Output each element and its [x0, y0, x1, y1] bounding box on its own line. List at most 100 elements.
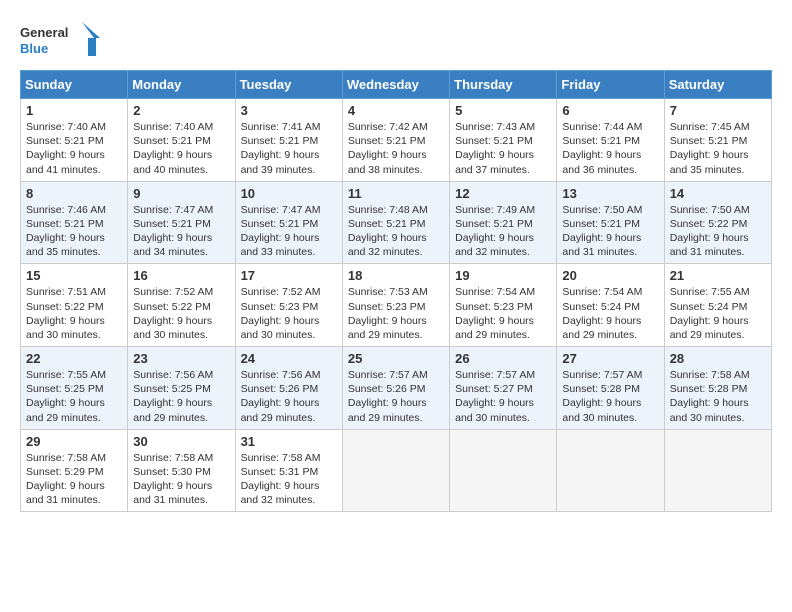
- sunset: Sunset: 5:21 PM: [670, 134, 766, 148]
- sunrise: Sunrise: 7:52 AM: [241, 285, 337, 299]
- day-cell: 6 Sunrise: 7:44 AM Sunset: 5:21 PM Dayli…: [557, 99, 664, 182]
- day-number: 28: [670, 351, 766, 366]
- week-row-3: 15 Sunrise: 7:51 AM Sunset: 5:22 PM Dayl…: [21, 264, 772, 347]
- sunrise: Sunrise: 7:43 AM: [455, 120, 551, 134]
- sunset: Sunset: 5:21 PM: [133, 134, 229, 148]
- daylight: Daylight: 9 hours and 36 minutes.: [562, 148, 658, 176]
- sunset: Sunset: 5:22 PM: [670, 217, 766, 231]
- sunset: Sunset: 5:23 PM: [348, 300, 444, 314]
- sunrise: Sunrise: 7:58 AM: [241, 451, 337, 465]
- sunrise: Sunrise: 7:44 AM: [562, 120, 658, 134]
- day-cell: 24 Sunrise: 7:56 AM Sunset: 5:26 PM Dayl…: [235, 347, 342, 430]
- calendar-table: SundayMondayTuesdayWednesdayThursdayFrid…: [20, 70, 772, 512]
- sunset: Sunset: 5:21 PM: [562, 134, 658, 148]
- sunrise: Sunrise: 7:48 AM: [348, 203, 444, 217]
- daylight: Daylight: 9 hours and 29 minutes.: [241, 396, 337, 424]
- sunset: Sunset: 5:25 PM: [26, 382, 122, 396]
- sunrise: Sunrise: 7:58 AM: [26, 451, 122, 465]
- day-cell: 3 Sunrise: 7:41 AM Sunset: 5:21 PM Dayli…: [235, 99, 342, 182]
- sunset: Sunset: 5:25 PM: [133, 382, 229, 396]
- day-cell: 16 Sunrise: 7:52 AM Sunset: 5:22 PM Dayl…: [128, 264, 235, 347]
- svg-text:Blue: Blue: [20, 41, 48, 56]
- sunset: Sunset: 5:24 PM: [670, 300, 766, 314]
- daylight: Daylight: 9 hours and 30 minutes.: [562, 396, 658, 424]
- sunset: Sunset: 5:30 PM: [133, 465, 229, 479]
- daylight: Daylight: 9 hours and 38 minutes.: [348, 148, 444, 176]
- daylight: Daylight: 9 hours and 29 minutes.: [133, 396, 229, 424]
- day-number: 17: [241, 268, 337, 283]
- day-cell: 17 Sunrise: 7:52 AM Sunset: 5:23 PM Dayl…: [235, 264, 342, 347]
- sunset: Sunset: 5:21 PM: [26, 134, 122, 148]
- daylight: Daylight: 9 hours and 29 minutes.: [348, 396, 444, 424]
- daylight: Daylight: 9 hours and 29 minutes.: [348, 314, 444, 342]
- day-number: 20: [562, 268, 658, 283]
- svg-text:General: General: [20, 25, 68, 40]
- day-cell: 26 Sunrise: 7:57 AM Sunset: 5:27 PM Dayl…: [450, 347, 557, 430]
- daylight: Daylight: 9 hours and 33 minutes.: [241, 231, 337, 259]
- sunrise: Sunrise: 7:57 AM: [455, 368, 551, 382]
- day-cell: 8 Sunrise: 7:46 AM Sunset: 5:21 PM Dayli…: [21, 181, 128, 264]
- sunset: Sunset: 5:23 PM: [455, 300, 551, 314]
- sunrise: Sunrise: 7:57 AM: [348, 368, 444, 382]
- sunset: Sunset: 5:21 PM: [348, 134, 444, 148]
- daylight: Daylight: 9 hours and 39 minutes.: [241, 148, 337, 176]
- sunrise: Sunrise: 7:56 AM: [241, 368, 337, 382]
- day-number: 6: [562, 103, 658, 118]
- day-number: 23: [133, 351, 229, 366]
- sunrise: Sunrise: 7:42 AM: [348, 120, 444, 134]
- week-row-1: 1 Sunrise: 7:40 AM Sunset: 5:21 PM Dayli…: [21, 99, 772, 182]
- daylight: Daylight: 9 hours and 32 minutes.: [241, 479, 337, 507]
- daylight: Daylight: 9 hours and 30 minutes.: [670, 396, 766, 424]
- day-cell: 25 Sunrise: 7:57 AM Sunset: 5:26 PM Dayl…: [342, 347, 449, 430]
- week-row-4: 22 Sunrise: 7:55 AM Sunset: 5:25 PM Dayl…: [21, 347, 772, 430]
- day-cell: 22 Sunrise: 7:55 AM Sunset: 5:25 PM Dayl…: [21, 347, 128, 430]
- day-cell: 19 Sunrise: 7:54 AM Sunset: 5:23 PM Dayl…: [450, 264, 557, 347]
- day-number: 12: [455, 186, 551, 201]
- daylight: Daylight: 9 hours and 35 minutes.: [670, 148, 766, 176]
- sunrise: Sunrise: 7:54 AM: [455, 285, 551, 299]
- sunset: Sunset: 5:27 PM: [455, 382, 551, 396]
- sunrise: Sunrise: 7:40 AM: [26, 120, 122, 134]
- sunrise: Sunrise: 7:57 AM: [562, 368, 658, 382]
- sunset: Sunset: 5:21 PM: [455, 134, 551, 148]
- day-number: 27: [562, 351, 658, 366]
- sunrise: Sunrise: 7:58 AM: [670, 368, 766, 382]
- day-cell: 1 Sunrise: 7:40 AM Sunset: 5:21 PM Dayli…: [21, 99, 128, 182]
- daylight: Daylight: 9 hours and 31 minutes.: [670, 231, 766, 259]
- day-cell: [664, 429, 771, 512]
- day-cell: [342, 429, 449, 512]
- day-cell: [450, 429, 557, 512]
- daylight: Daylight: 9 hours and 32 minutes.: [348, 231, 444, 259]
- daylight: Daylight: 9 hours and 29 minutes.: [562, 314, 658, 342]
- sunrise: Sunrise: 7:54 AM: [562, 285, 658, 299]
- daylight: Daylight: 9 hours and 35 minutes.: [26, 231, 122, 259]
- col-header-friday: Friday: [557, 71, 664, 99]
- day-cell: 27 Sunrise: 7:57 AM Sunset: 5:28 PM Dayl…: [557, 347, 664, 430]
- daylight: Daylight: 9 hours and 30 minutes.: [26, 314, 122, 342]
- day-cell: 4 Sunrise: 7:42 AM Sunset: 5:21 PM Dayli…: [342, 99, 449, 182]
- sunset: Sunset: 5:31 PM: [241, 465, 337, 479]
- daylight: Daylight: 9 hours and 31 minutes.: [26, 479, 122, 507]
- sunrise: Sunrise: 7:55 AM: [26, 368, 122, 382]
- day-cell: 21 Sunrise: 7:55 AM Sunset: 5:24 PM Dayl…: [664, 264, 771, 347]
- daylight: Daylight: 9 hours and 31 minutes.: [133, 479, 229, 507]
- sunrise: Sunrise: 7:53 AM: [348, 285, 444, 299]
- sunrise: Sunrise: 7:50 AM: [562, 203, 658, 217]
- sunset: Sunset: 5:26 PM: [241, 382, 337, 396]
- day-number: 29: [26, 434, 122, 449]
- daylight: Daylight: 9 hours and 32 minutes.: [455, 231, 551, 259]
- day-cell: 20 Sunrise: 7:54 AM Sunset: 5:24 PM Dayl…: [557, 264, 664, 347]
- sunrise: Sunrise: 7:56 AM: [133, 368, 229, 382]
- daylight: Daylight: 9 hours and 41 minutes.: [26, 148, 122, 176]
- day-number: 24: [241, 351, 337, 366]
- day-cell: 31 Sunrise: 7:58 AM Sunset: 5:31 PM Dayl…: [235, 429, 342, 512]
- sunrise: Sunrise: 7:50 AM: [670, 203, 766, 217]
- daylight: Daylight: 9 hours and 30 minutes.: [133, 314, 229, 342]
- sunrise: Sunrise: 7:55 AM: [670, 285, 766, 299]
- day-cell: 11 Sunrise: 7:48 AM Sunset: 5:21 PM Dayl…: [342, 181, 449, 264]
- col-header-thursday: Thursday: [450, 71, 557, 99]
- day-number: 15: [26, 268, 122, 283]
- week-row-5: 29 Sunrise: 7:58 AM Sunset: 5:29 PM Dayl…: [21, 429, 772, 512]
- header: General Blue: [20, 20, 772, 60]
- sunrise: Sunrise: 7:51 AM: [26, 285, 122, 299]
